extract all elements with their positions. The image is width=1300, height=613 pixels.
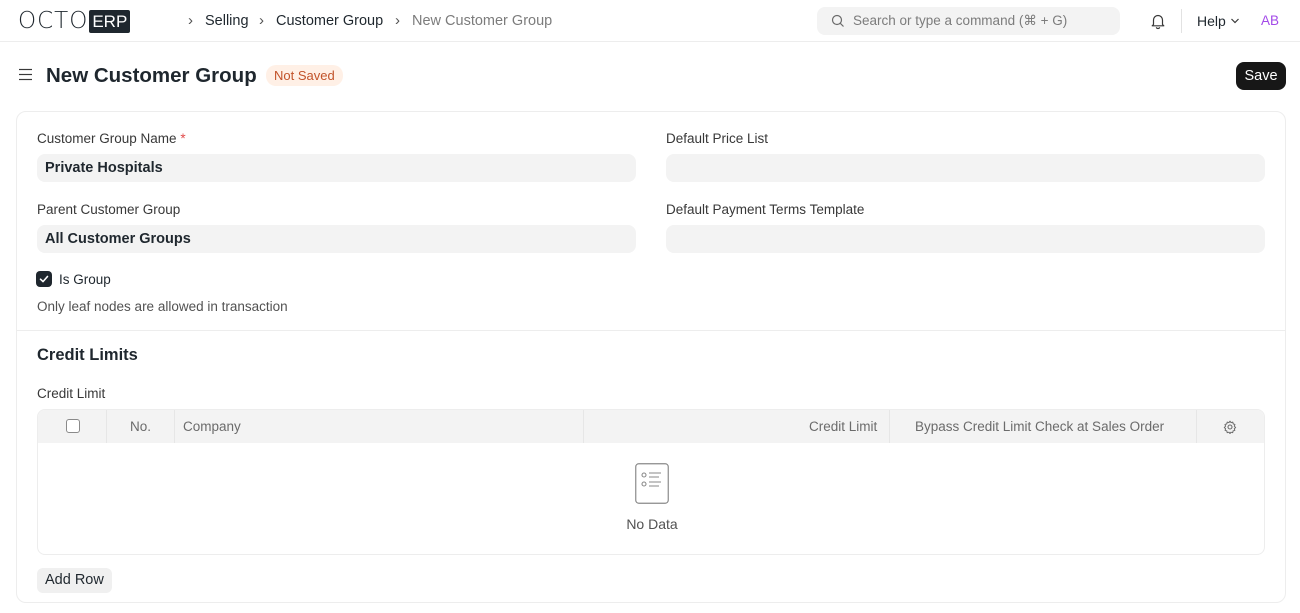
column-header-no: No.: [130, 419, 152, 434]
navbar-divider: [1181, 9, 1182, 33]
column-header-bypass-credit-limit: Bypass Credit Limit Check at Sales Order: [915, 419, 1165, 434]
customer-group-name-label: Customer Group Name *: [37, 131, 186, 146]
save-button[interactable]: Save: [1236, 62, 1286, 90]
app-logo[interactable]: OCTO ERP: [18, 8, 131, 34]
logo-badge: ERP: [89, 9, 131, 33]
search-bar[interactable]: Search or type a command (⌘ + G): [817, 7, 1120, 35]
navbar: OCTO ERP › Selling › Customer Group › Ne…: [0, 0, 1300, 42]
column-divider: [174, 410, 175, 443]
parent-customer-group-label: Parent Customer Group: [37, 202, 181, 217]
chevron-right-icon: ›: [395, 12, 400, 29]
customer-group-name-field[interactable]: Private Hospitals: [37, 154, 636, 182]
table-header: No. Company Credit Limit Bypass Credit L…: [38, 410, 1264, 443]
breadcrumb-selling[interactable]: Selling: [205, 0, 249, 42]
section-divider: [17, 330, 1285, 331]
status-badge: Not Saved: [266, 65, 343, 86]
gear-icon[interactable]: [1223, 420, 1237, 434]
credit-limits-section-title: Credit Limits: [37, 346, 138, 364]
chevron-right-icon: ›: [188, 12, 193, 29]
default-price-list-label: Default Price List: [666, 131, 769, 146]
chevron-down-icon[interactable]: [1230, 17, 1240, 25]
page-title: New Customer Group: [46, 64, 257, 87]
checkmark-icon: [39, 275, 49, 283]
logo-text: OCTO: [18, 8, 89, 34]
column-header-company: Company: [183, 419, 241, 434]
empty-list-icon: [635, 463, 669, 504]
sidebar-toggle-icon[interactable]: [18, 67, 33, 82]
parent-customer-group-field[interactable]: All Customer Groups: [37, 225, 636, 253]
avatar[interactable]: AB: [1257, 9, 1283, 33]
breadcrumb-customer-group[interactable]: Customer Group: [276, 0, 383, 42]
is-group-description: Only leaf nodes are allowed in transacti…: [37, 299, 288, 314]
credit-limit-table-label: Credit Limit: [37, 386, 106, 401]
column-header-credit-limit: Credit Limit: [809, 419, 878, 434]
empty-state-text: No Data: [626, 516, 678, 532]
search-icon: [831, 14, 844, 27]
chevron-right-icon: ›: [259, 12, 264, 29]
breadcrumb-current: New Customer Group: [412, 13, 553, 29]
required-mark: *: [180, 131, 186, 146]
default-price-list-field[interactable]: [666, 154, 1265, 182]
help-menu[interactable]: Help: [1197, 0, 1226, 42]
search-placeholder: Search or type a command (⌘ + G): [853, 13, 1068, 28]
column-divider: [1196, 410, 1197, 443]
is-group-checkbox[interactable]: [37, 272, 51, 286]
column-divider: [889, 410, 890, 443]
is-group-label[interactable]: Is Group: [59, 272, 111, 287]
default-payment-terms-template-label: Default Payment Terms Template: [666, 202, 865, 217]
column-divider: [106, 410, 107, 443]
credit-limit-table: No. Company Credit Limit Bypass Credit L…: [37, 409, 1265, 555]
column-divider: [583, 410, 584, 443]
add-row-button[interactable]: Add Row: [37, 568, 112, 593]
default-payment-terms-template-field[interactable]: [666, 225, 1265, 253]
notification-bell-icon[interactable]: [1149, 12, 1167, 30]
select-all-checkbox[interactable]: [66, 419, 80, 433]
